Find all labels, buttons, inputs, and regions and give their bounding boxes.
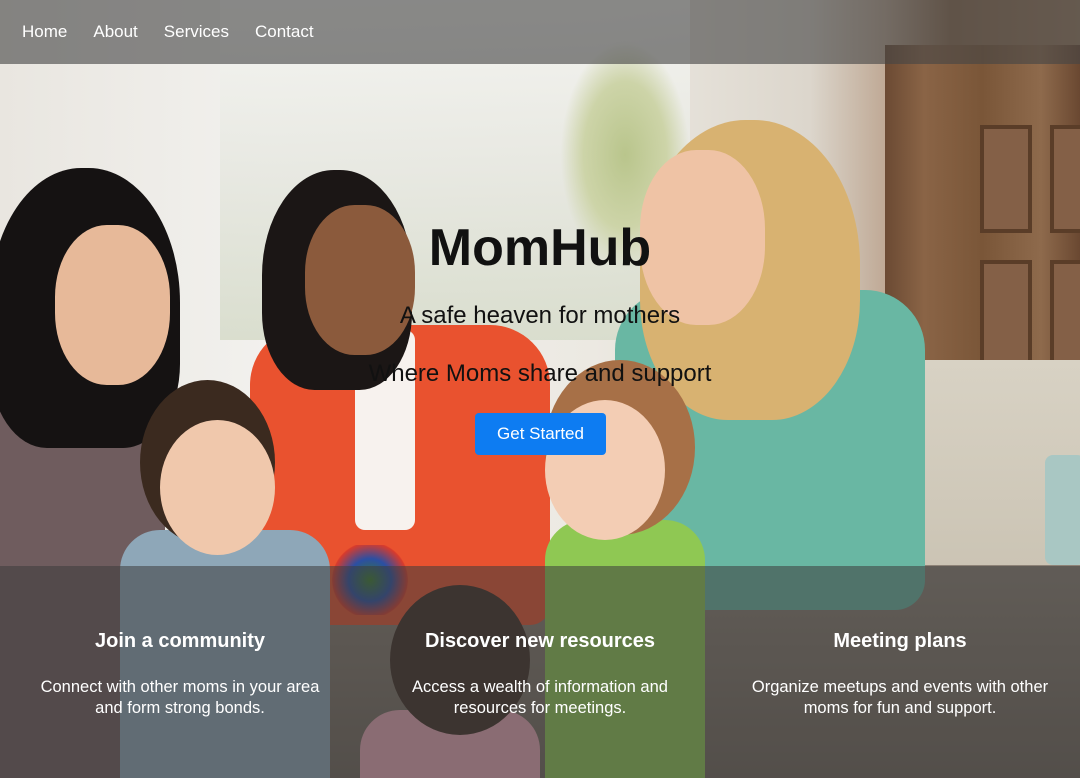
nav-link-home[interactable]: Home: [22, 22, 67, 42]
cabinet-panel: [1050, 125, 1080, 233]
feature-card-community: Join a community Connect with other moms…: [0, 566, 360, 778]
hero-subtitle: A safe heaven for mothers: [399, 302, 681, 329]
feature-title: Meeting plans: [833, 630, 967, 652]
top-navbar: Home About Services Contact: [0, 0, 1080, 64]
feature-description: Connect with other moms in your area and…: [40, 678, 320, 717]
background-pillow: [1045, 455, 1080, 565]
page: Home About Services Contact MomHub A saf…: [0, 0, 1080, 778]
feature-card-meetings: Meeting plans Organize meetups and event…: [720, 566, 1080, 778]
feature-title: Join a community: [94, 630, 266, 652]
cabinet-panel: [980, 125, 1032, 233]
child-shape: [160, 420, 275, 555]
nav-link-about[interactable]: About: [93, 22, 137, 42]
features-section: Join a community Connect with other moms…: [0, 566, 1080, 778]
nav-link-services[interactable]: Services: [164, 22, 229, 42]
get-started-button[interactable]: Get Started: [475, 413, 606, 455]
nav-link-contact[interactable]: Contact: [255, 22, 314, 42]
feature-description: Access a wealth of information and resou…: [412, 678, 668, 717]
feature-card-resources: Discover new resources Access a wealth o…: [360, 566, 720, 778]
feature-title: Discover new resources: [424, 630, 656, 652]
hero-title: MomHub: [428, 219, 652, 277]
feature-description: Organize meetups and events with other m…: [751, 678, 1049, 717]
hero-tagline: Where Moms share and support: [368, 360, 712, 387]
